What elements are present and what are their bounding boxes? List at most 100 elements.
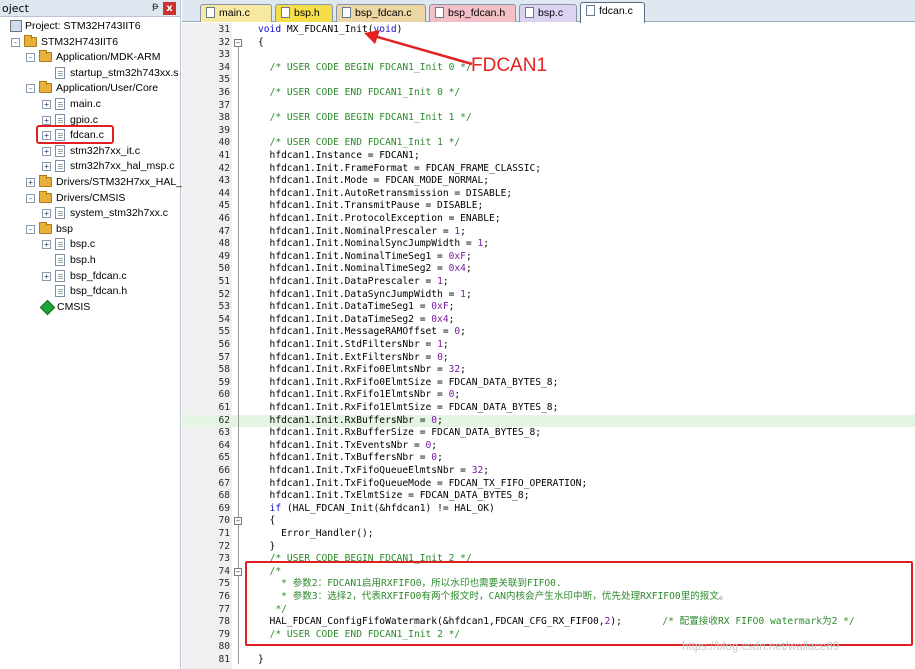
code-line[interactable]: 55 hfdcan1.Init.MessageRAMOffset = 0; [182, 326, 915, 339]
code-line[interactable]: 81} [182, 654, 915, 667]
code-line[interactable]: 47 hfdcan1.Init.NominalPrescaler = 1; [182, 226, 915, 239]
line-number: 76 [218, 591, 230, 602]
code-line[interactable]: 60 hfdcan1.Init.RxFifo1ElmtsNbr = 0; [182, 389, 915, 402]
code-line[interactable]: 45 hfdcan1.Init.TransmitPause = DISABLE; [182, 200, 915, 213]
code-line[interactable]: 68 hfdcan1.Init.TxElmtSize = FDCAN_DATA_… [182, 490, 915, 503]
close-icon[interactable]: x [163, 2, 176, 15]
line-number: 72 [218, 540, 230, 552]
code-line[interactable]: 61 hfdcan1.Init.RxFifo1ElmtSize = FDCAN_… [182, 402, 915, 415]
code-line[interactable]: 31 void MX_FDCAN1_Init(void) [182, 24, 915, 37]
expand-icon[interactable]: + [42, 240, 51, 250]
expand-icon[interactable]: + [42, 115, 51, 125]
code-line[interactable]: 50 hfdcan1.Init.NominalTimeSeg2 = 0x4; [182, 263, 915, 276]
code-line[interactable]: 59 hfdcan1.Init.RxFifo0ElmtSize = FDCAN_… [182, 377, 915, 390]
code-line[interactable]: 33 [182, 49, 915, 62]
code-line[interactable]: 46 hfdcan1.Init.ProtocolException = ENAB… [182, 213, 915, 226]
line-number: 49 [218, 250, 230, 262]
tree-item-label: startup_stm32h743xx.s [70, 66, 179, 79]
code-line[interactable]: 67 hfdcan1.Init.TxFifoQueueMode = FDCAN_… [182, 478, 915, 491]
code-text: hfdcan1.Init.NominalPrescaler = 1; [258, 225, 466, 237]
tree-item-application-mdk-arm[interactable]: - Application/MDK-ARM [0, 50, 180, 65]
collapse-icon[interactable]: - [26, 193, 35, 203]
code-line[interactable]: 56 hfdcan1.Init.StdFiltersNbr = 1; [182, 339, 915, 352]
tree-item-drivers-stm32h7xx-hal-dri[interactable]: + Drivers/STM32H7xx_HAL_Dri [0, 175, 195, 190]
collapse-icon[interactable]: - [26, 84, 35, 94]
tree-item-startup-stm32h743xx-s[interactable]: startup_stm32h743xx.s [0, 66, 180, 81]
code-line[interactable]: 65 hfdcan1.Init.TxBuffersNbr = 0; [182, 452, 915, 465]
tab-bsp-fdcan-c[interactable]: bsp_fdcan.c [336, 4, 426, 22]
tab-bsp-fdcan-h[interactable]: bsp_fdcan.h [429, 4, 516, 22]
code-line[interactable]: 49 hfdcan1.Init.NominalTimeSeg1 = 0xF; [182, 251, 915, 264]
collapse-icon[interactable]: - [26, 53, 35, 63]
code-line[interactable]: 44 hfdcan1.Init.AutoRetransmission = DIS… [182, 188, 915, 201]
expand-icon[interactable]: + [42, 209, 51, 219]
tree-item-bsp[interactable]: - bsp [0, 221, 180, 237]
expand-icon[interactable]: + [42, 100, 51, 109]
expand-icon[interactable]: + [42, 271, 51, 281]
tree-item-bsp-c[interactable]: + bsp.c [0, 237, 180, 252]
expand-icon[interactable]: + [42, 146, 51, 156]
code-line[interactable]: 58 hfdcan1.Init.RxFifo0ElmtsNbr = 32; [182, 364, 915, 377]
code-line[interactable]: 62 hfdcan1.Init.RxBuffersNbr = 0; [182, 414, 915, 428]
code-line[interactable]: 52 hfdcan1.Init.DataSyncJumpWidth = 1; [182, 289, 915, 302]
tree-item-stm32h7xx-hal-msp-c[interactable]: + stm32h7xx_hal_msp.c [0, 159, 180, 174]
expand-icon[interactable]: + [26, 178, 35, 187]
file-icon [55, 285, 65, 298]
expand-icon[interactable]: + [42, 162, 51, 172]
tree-item-stm32h7xx-it-c[interactable]: + stm32h7xx_it.c [0, 144, 180, 159]
code-line[interactable]: 54 hfdcan1.Init.DataTimeSeg2 = 0x4; [182, 314, 915, 327]
pin-icon[interactable]: ᵽ [152, 1, 159, 12]
tree-item-bsp-h[interactable]: bsp.h [0, 253, 180, 268]
line-number: 70 [218, 515, 230, 527]
fold-icon[interactable]: − [234, 517, 242, 526]
code-text: hfdcan1.Init.TxFifoQueueMode = FDCAN_TX_… [258, 477, 588, 489]
line-number: 80 [218, 641, 230, 653]
code-line[interactable]: 51 hfdcan1.Init.DataPrescaler = 1; [182, 276, 915, 289]
tree-item-application-user-core[interactable]: - Application/User/Core [0, 81, 180, 96]
code-line[interactable]: 42 hfdcan1.Init.FrameFormat = FDCAN_FRAM… [182, 163, 915, 176]
code-line[interactable]: 71 Error_Handler(); [182, 528, 915, 541]
component-icon [39, 299, 56, 316]
tree-item-system-stm32h7xx-c[interactable]: + system_stm32h7xx.c [0, 206, 180, 221]
code-line[interactable]: 35 [182, 74, 915, 87]
code-line[interactable]: 57 hfdcan1.Init.ExtFiltersNbr = 0; [182, 352, 915, 365]
code-line[interactable]: 66 hfdcan1.Init.TxFifoQueueElmtsNbr = 32… [182, 465, 915, 478]
code-line[interactable]: 69 if (HAL_FDCAN_Init(&hfdcan1) != HAL_O… [182, 503, 915, 516]
collapse-icon[interactable]: - [26, 224, 35, 234]
code-text: } [258, 654, 264, 665]
code-line[interactable]: 41 hfdcan1.Instance = FDCAN1; [182, 150, 915, 163]
code-line[interactable]: 64 hfdcan1.Init.TxEventsNbr = 0; [182, 440, 915, 453]
fold-icon[interactable]: − [234, 567, 242, 576]
tree-item-label: Drivers/STM32H7xx_HAL_Dri [56, 176, 196, 188]
code-line[interactable]: 72 } [182, 541, 915, 554]
code-line[interactable]: 34 /* USER CODE BEGIN FDCAN1_Init 0 */ [182, 62, 915, 75]
tree-item-cmsis[interactable]: CMSIS [0, 299, 180, 316]
tree-item-stm32h743iit6[interactable]: - STM32H743IIT6 [0, 34, 180, 50]
tree-item-project-stm32h743iit6[interactable]: Project: STM32H743IIT6 [0, 19, 180, 34]
code-line[interactable]: 43 hfdcan1.Init.Mode = FDCAN_MODE_NORMAL… [182, 175, 915, 188]
tab-fdcan-c[interactable]: fdcan.c [580, 2, 645, 23]
code-line[interactable]: 40 /* USER CODE END FDCAN1_Init 1 */ [182, 137, 915, 150]
collapse-icon[interactable]: - [11, 37, 20, 47]
tree-item-bsp-fdcan-c[interactable]: + bsp_fdcan.c [0, 269, 180, 284]
tab-bsp-h[interactable]: bsp.h [275, 4, 333, 22]
tree-item-label: bsp [56, 222, 73, 235]
tab-main-c[interactable]: main.c [200, 4, 272, 22]
tree-item-drivers-cmsis[interactable]: - Drivers/CMSIS [0, 190, 180, 206]
code-line[interactable]: 70 { [182, 515, 915, 528]
code-text: { [258, 36, 264, 48]
tree-item-main-c[interactable]: + main.c [0, 97, 180, 112]
fold-icon[interactable]: − [234, 38, 242, 47]
code-line[interactable]: 48 hfdcan1.Init.NominalSyncJumpWidth = 1… [182, 238, 915, 251]
code-line[interactable]: 38 /* USER CODE BEGIN FDCAN1_Init 1 */ [182, 112, 915, 125]
tree-item-bsp-fdcan-h[interactable]: bsp_fdcan.h [0, 284, 180, 299]
line-number: 67 [218, 477, 230, 489]
code-line[interactable]: 53 hfdcan1.Init.DataTimeSeg1 = 0xF; [182, 301, 915, 314]
code-line[interactable]: 32 { [182, 37, 915, 50]
tab-bsp-c[interactable]: bsp.c [519, 4, 577, 22]
line-number: 37 [218, 99, 230, 111]
code-line[interactable]: 63 hfdcan1.Init.RxBufferSize = FDCAN_DAT… [182, 427, 915, 440]
code-line[interactable]: 36 /* USER CODE END FDCAN1_Init 0 */ [182, 87, 915, 100]
code-line[interactable]: 39 [182, 125, 915, 138]
code-line[interactable]: 37 [182, 100, 915, 113]
